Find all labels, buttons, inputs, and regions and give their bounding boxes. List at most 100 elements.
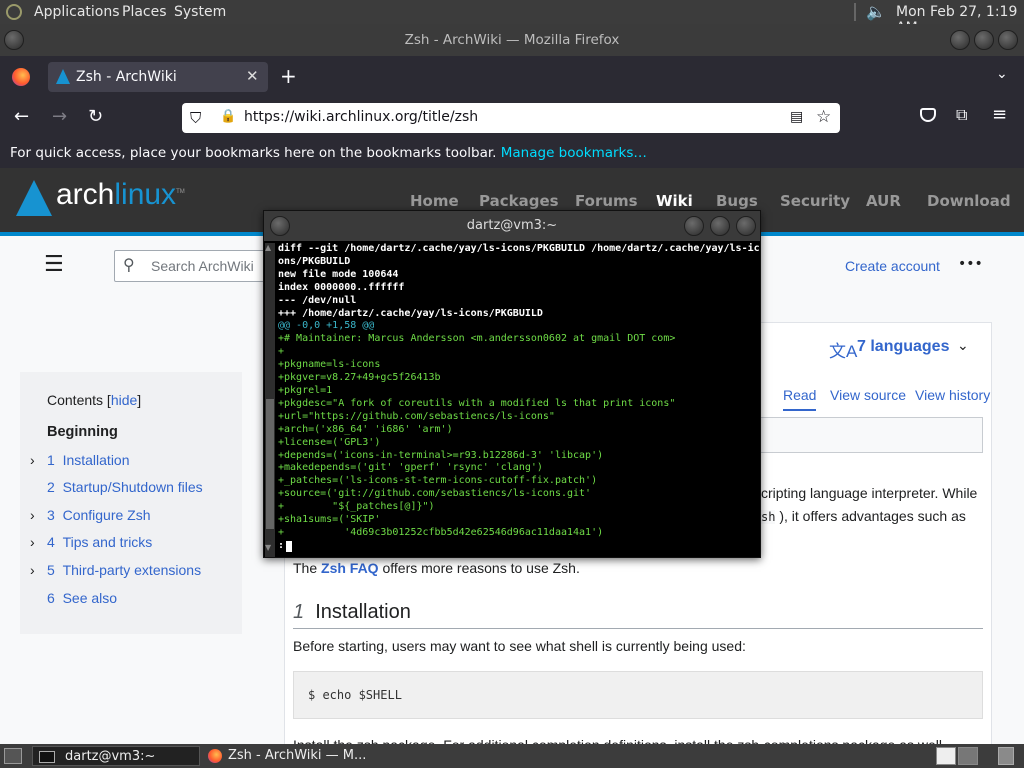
- search-icon: ⚲: [123, 255, 135, 274]
- toc-item[interactable]: 4 Tips and tricks: [47, 534, 152, 550]
- nav-wiki[interactable]: Wiki: [656, 192, 693, 210]
- tab-zsh-archwiki[interactable]: Zsh - ArchWiki ✕: [48, 62, 268, 92]
- workspace-switcher-2[interactable]: [958, 747, 978, 765]
- tab-read[interactable]: Read: [783, 387, 817, 411]
- nav-bugs[interactable]: Bugs: [716, 192, 758, 210]
- list-tabs-icon[interactable]: ⌄: [996, 66, 1008, 82]
- workspace-switcher[interactable]: [936, 747, 956, 765]
- terminal-body[interactable]: ▲ ▼ diff --git /home/dartz/.cache/yay/ls…: [264, 241, 760, 557]
- back-icon[interactable]: ←: [14, 106, 29, 127]
- terminal-line: +: [278, 346, 285, 358]
- code-text: $ echo $SHELL: [308, 688, 402, 702]
- terminal-output: diff --git /home/dartz/.cache/yay/ls-ico…: [278, 243, 760, 553]
- lock-icon[interactable]: 🔒: [220, 109, 236, 124]
- arch-logo-icon[interactable]: [16, 180, 52, 216]
- before-text: Before starting, users may want to see w…: [293, 638, 746, 654]
- chevron-right-icon[interactable]: ›: [30, 562, 35, 578]
- terminal-titlebar[interactable]: dartz@vm3:~: [264, 211, 760, 241]
- tab-view-history[interactable]: View history: [915, 387, 990, 403]
- firefox-icon: [208, 748, 222, 763]
- tracking-protection-icon[interactable]: ⛉: [190, 109, 201, 127]
- chevron-right-icon[interactable]: ›: [30, 507, 35, 523]
- more-options-icon[interactable]: •••: [958, 256, 983, 272]
- new-tab-icon[interactable]: +: [280, 64, 297, 88]
- url-bar[interactable]: ⛉ 🔒 https://wiki.archlinux.org/title/zsh…: [182, 103, 840, 133]
- chevron-down-icon[interactable]: ⌄: [957, 337, 969, 354]
- terminal-cursor: [286, 541, 292, 552]
- scroll-down-icon[interactable]: ▼: [265, 543, 271, 552]
- terminal-window[interactable]: dartz@vm3:~ ▲ ▼ diff --git /home/dartz/.…: [263, 210, 761, 558]
- taskbar-item-firefox[interactable]: Zsh - ArchWiki — M...: [204, 746, 384, 766]
- terminal-line: +depends=('icons-in-terminal>=r93.b12286…: [278, 449, 604, 461]
- terminal-maximize-button[interactable]: [710, 216, 730, 236]
- scroll-thumb[interactable]: [266, 399, 274, 529]
- toc-hide-link[interactable]: hide: [111, 392, 137, 408]
- app-menu-icon[interactable]: ≡: [992, 104, 1007, 125]
- terminal-scrollbar[interactable]: ▲ ▼: [265, 243, 275, 557]
- arch-logo-text[interactable]: archlinuxTM: [56, 178, 185, 212]
- bookmark-star-icon[interactable]: ☆: [816, 107, 831, 127]
- extensions-icon[interactable]: ⧉: [956, 105, 967, 125]
- languages-button[interactable]: 7 languages: [857, 338, 949, 356]
- applications-menu[interactable]: Applications: [34, 4, 120, 20]
- tab-title: Zsh - ArchWiki: [76, 69, 177, 85]
- system-menu[interactable]: System: [174, 4, 226, 20]
- toc-item[interactable]: 6 See also: [47, 590, 117, 606]
- close-tab-icon[interactable]: ✕: [246, 67, 259, 85]
- forward-icon[interactable]: →: [52, 106, 67, 127]
- create-account-link[interactable]: Create account: [845, 258, 940, 274]
- reader-view-icon[interactable]: ▤: [790, 109, 803, 125]
- arch-favicon-icon: [56, 69, 70, 84]
- nav-packages[interactable]: Packages: [479, 192, 559, 210]
- close-button[interactable]: [998, 30, 1018, 50]
- taskbar-item-terminal[interactable]: dartz@vm3:~: [32, 746, 200, 766]
- terminal-line: ons/PKGBUILD: [278, 255, 351, 267]
- toc-beginning[interactable]: Beginning: [47, 424, 118, 440]
- nav-forums[interactable]: Forums: [575, 192, 638, 210]
- terminal-line: --- /dev/null: [278, 294, 357, 306]
- terminal-line: +url="https://github.com/sebastiencs/ls-…: [278, 410, 555, 422]
- search-box[interactable]: ⚲ Search ArchWiki: [114, 250, 284, 282]
- reload-icon[interactable]: ↻: [88, 106, 103, 127]
- toc-item[interactable]: 2 Startup/Shutdown files: [47, 479, 203, 495]
- main-menu-icon[interactable]: ☰: [44, 252, 64, 277]
- translate-icon[interactable]: 文A: [829, 337, 857, 362]
- window-title: Zsh - ArchWiki — Mozilla Firefox: [404, 32, 620, 48]
- tab-view-source[interactable]: View source: [830, 387, 906, 403]
- bookmarks-toolbar: For quick access, place your bookmarks h…: [0, 138, 1024, 168]
- pocket-icon[interactable]: [920, 108, 936, 122]
- show-desktop-icon[interactable]: [4, 748, 22, 764]
- taskbar: dartz@vm3:~ Zsh - ArchWiki — M...: [0, 744, 1024, 768]
- firefox-menu-icon[interactable]: [12, 68, 30, 86]
- volume-icon[interactable]: 🔈: [866, 2, 886, 21]
- toc-item[interactable]: 1 Installation: [47, 452, 130, 468]
- chevron-right-icon[interactable]: ›: [30, 452, 35, 468]
- terminal-close-button[interactable]: [736, 216, 756, 236]
- toc-item[interactable]: 5 Third-party extensions: [47, 562, 201, 578]
- intro-text-2: sh ), it offers advantages such as: [761, 508, 966, 524]
- terminal-menu-button[interactable]: [270, 216, 290, 236]
- terminal-line: +pkgname=ls-icons: [278, 359, 381, 371]
- zsh-faq-link[interactable]: Zsh FAQ: [321, 560, 379, 576]
- minimize-button[interactable]: [950, 30, 970, 50]
- places-menu[interactable]: Places: [122, 4, 167, 20]
- distro-logo-icon[interactable]: [6, 4, 22, 20]
- trash-icon[interactable]: [998, 747, 1014, 765]
- terminal-line: +pkgver=v8.27+49+gc5f26413b: [278, 372, 441, 384]
- nav-security[interactable]: Security: [780, 192, 850, 210]
- scroll-up-icon[interactable]: ▲: [265, 243, 271, 252]
- code-block: $ echo $SHELL: [293, 671, 983, 719]
- firefox-titlebar: Zsh - ArchWiki — Mozilla Firefox: [0, 24, 1024, 56]
- manage-bookmarks-link[interactable]: Manage bookmarks…: [501, 145, 647, 161]
- nav-aur[interactable]: AUR: [866, 192, 901, 210]
- terminal-line: diff --git /home/dartz/.cache/yay/ls-ico…: [278, 243, 760, 254]
- url-text[interactable]: https://wiki.archlinux.org/title/zsh: [244, 109, 478, 125]
- terminal-line: +_patches=('ls-icons-st-term-icons-cutof…: [278, 475, 598, 487]
- nav-download[interactable]: Download: [927, 192, 1011, 210]
- terminal-minimize-button[interactable]: [684, 216, 704, 236]
- chevron-right-icon[interactable]: ›: [30, 534, 35, 550]
- nav-home[interactable]: Home: [410, 192, 459, 210]
- toc-item[interactable]: 3 Configure Zsh: [47, 507, 151, 523]
- window-menu-button[interactable]: [4, 30, 24, 50]
- maximize-button[interactable]: [974, 30, 994, 50]
